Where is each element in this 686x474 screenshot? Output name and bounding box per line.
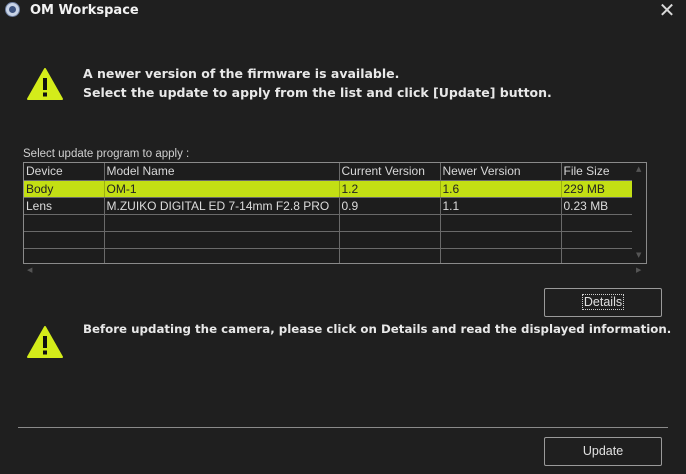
column-header-file-size[interactable]: File Size [561,163,634,181]
firmware-notice: A newer version of the firmware is avail… [83,64,552,102]
column-header-device[interactable]: Device [24,163,105,181]
table-row-empty [24,248,634,263]
table-row-body[interactable]: Body OM-1 1.2 1.6 229 MB [24,180,634,198]
table-row-empty [24,231,634,249]
cell-model: OM-1 [104,180,340,198]
cell-model: M.ZUIKO DIGITAL ED 7-14mm F2.8 PRO [104,197,340,215]
notice-line-2: Select the update to apply from the list… [83,85,552,100]
cell-file-size: 0.23 MB [561,197,634,215]
vertical-scrollbar[interactable]: ▲ ▼ [632,163,646,263]
cell-current-version: 0.9 [339,197,441,215]
column-header-newer-version[interactable]: Newer Version [440,163,562,181]
table-header-row: Device Model Name Current Version Newer … [24,163,634,181]
table-row-empty [24,214,634,232]
title-bar: OM Workspace ✕ [0,0,686,22]
update-button[interactable]: Update [544,437,662,466]
app-logo-icon [5,2,20,17]
window-title: OM Workspace [30,3,139,18]
warning-triangle-icon [27,68,63,100]
column-header-current-version[interactable]: Current Version [339,163,441,181]
details-button-label: Details [581,294,625,310]
details-button[interactable]: Details [544,288,662,317]
cell-newer-version: 1.6 [440,180,562,198]
cell-file-size: 229 MB [561,180,634,198]
table-row-lens[interactable]: Lens M.ZUIKO DIGITAL ED 7-14mm F2.8 PRO … [24,197,634,215]
close-icon[interactable]: ✕ [658,0,676,20]
cell-device: Lens [24,197,105,215]
scroll-down-arrow-icon[interactable]: ▼ [636,251,641,259]
details-warning-text: Before updating the camera, please click… [83,322,672,336]
column-header-model-name[interactable]: Model Name [104,163,340,181]
separator [18,427,668,428]
list-caption: Select update program to apply : [23,148,190,160]
cell-device: Body [24,180,105,198]
cell-current-version: 1.2 [339,180,441,198]
cell-newer-version: 1.1 [440,197,562,215]
warning-triangle-icon [27,326,63,358]
notice-line-1: A newer version of the firmware is avail… [83,66,400,81]
update-list[interactable]: Device Model Name Current Version Newer … [23,162,647,264]
scroll-up-arrow-icon[interactable]: ▲ [636,165,641,173]
update-table: Device Model Name Current Version Newer … [24,163,634,263]
scroll-right-arrow-icon[interactable]: ▶ [636,266,641,274]
scroll-left-arrow-icon[interactable]: ◀ [27,266,32,274]
